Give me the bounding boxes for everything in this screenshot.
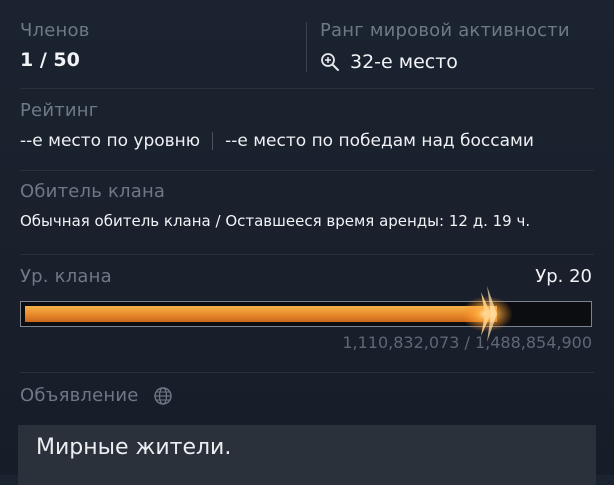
- residence-value: Обычная обитель клана / Оставшееся время…: [20, 212, 531, 230]
- clan-level-section: Ур. клана Ур. 20 1,110,832,073 / 1,488,8…: [20, 266, 594, 352]
- announcement-section: Объявление: [20, 385, 594, 406]
- rating-row: --е место по уровню --е место по победам…: [20, 131, 600, 151]
- globe-icon[interactable]: [153, 386, 173, 406]
- rating-by-bosses: --е место по победам над боссами: [225, 131, 534, 151]
- world-rank-label: Ранг мировой активности: [320, 20, 570, 41]
- members-label: Членов: [20, 20, 90, 41]
- members-count: 1 / 50: [20, 49, 80, 71]
- world-rank-button[interactable]: 32-е место: [320, 51, 570, 73]
- zoom-in-icon: [321, 53, 339, 71]
- section-divider: [306, 22, 307, 72]
- clan-info-panel: Членов 1 / 50 Ранг мировой активности 32…: [0, 0, 614, 485]
- clan-xp-text: 1,110,832,073 / 1,488,854,900: [342, 333, 592, 352]
- members-section: Членов 1 / 50: [20, 20, 90, 71]
- divider-line: [20, 372, 594, 373]
- residence-section: Обитель клана Обычная обитель клана / Ос…: [20, 181, 600, 230]
- world-rank-value: 32-е место: [350, 51, 458, 73]
- rating-by-level: --е место по уровню: [20, 131, 201, 151]
- divider-line: [20, 170, 594, 171]
- clan-level-progress-bar: [20, 286, 592, 342]
- divider-line: [20, 88, 594, 89]
- announcement-box: Мирные жители.: [18, 425, 596, 485]
- rating-label: Рейтинг: [20, 100, 99, 121]
- residence-label: Обитель клана: [20, 181, 166, 202]
- clan-level-label: Ур. клана: [20, 266, 112, 287]
- clan-level-value: Ур. 20: [535, 266, 592, 287]
- rating-section: Рейтинг --е место по уровню --е место по…: [20, 100, 600, 151]
- announcement-label: Объявление: [20, 385, 139, 406]
- progress-fill: [25, 306, 497, 322]
- divider-line: [20, 254, 594, 255]
- rating-separator: [212, 132, 214, 150]
- announcement-text: Мирные жители.: [36, 435, 232, 460]
- world-rank-section: Ранг мировой активности 32-е место: [320, 20, 570, 73]
